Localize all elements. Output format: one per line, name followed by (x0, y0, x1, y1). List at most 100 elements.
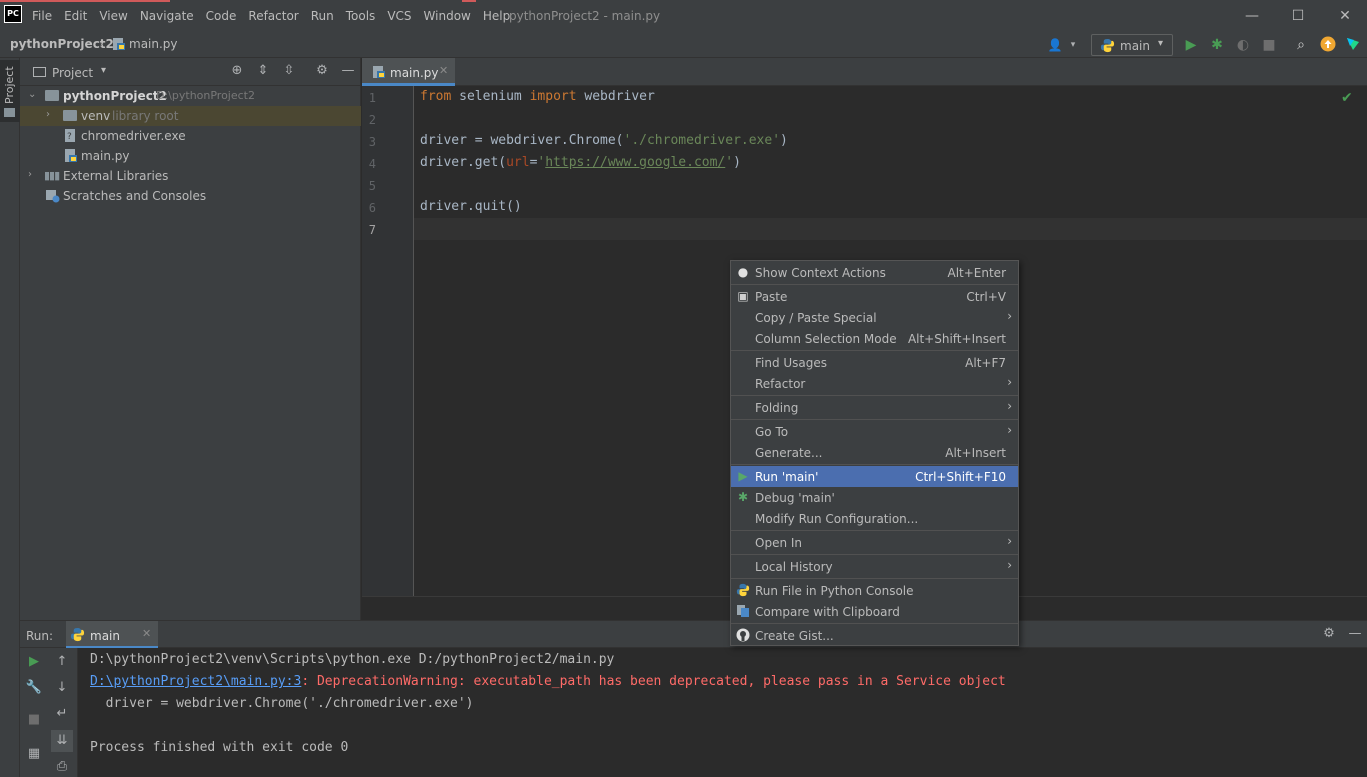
close-tab-icon[interactable]: ✕ (142, 627, 151, 640)
expand-all-icon[interactable]: ⇕ (255, 63, 271, 79)
chevron-down-icon[interactable]: ⌄ (28, 89, 38, 100)
chevron-right-icon[interactable]: › (28, 169, 38, 180)
chevron-down-icon: ▾ (1158, 38, 1164, 49)
tree-item-venv[interactable]: › venv library root (20, 106, 361, 126)
close-window-icon[interactable]: ✕ (1335, 6, 1355, 26)
hide-panel-icon[interactable]: — (1347, 626, 1363, 642)
menu-item-go-to[interactable]: Go To › (731, 421, 1018, 442)
update-icon[interactable] (1319, 36, 1337, 54)
menu-item-copy-paste-special[interactable]: Copy / Paste Special › (731, 307, 1018, 328)
arrow-up-icon[interactable]: ↑ (53, 653, 71, 671)
tree-item-label: venv (81, 109, 111, 123)
line-number: 3 (368, 135, 376, 149)
menu-item-refactor[interactable]: Refactor › (731, 373, 1018, 394)
menu-view[interactable]: View (99, 9, 127, 23)
debug-icon[interactable]: ✱ (1208, 36, 1226, 54)
chevron-right-icon[interactable]: › (46, 109, 56, 120)
tab-main-py[interactable]: main.py ✕ (362, 58, 455, 86)
menu-item-compare-with-clipboard[interactable]: Compare with Clipboard (731, 601, 1018, 622)
menu-run[interactable]: Run (311, 9, 334, 23)
menu-code[interactable]: Code (206, 9, 237, 23)
project-panel-header: Project ▾ ⊕ ⇕ ⇳ ⚙ — (20, 58, 361, 86)
chevron-down-icon[interactable]: ▾ (101, 65, 106, 76)
breadcrumb-separator-icon: › (99, 37, 104, 51)
python-icon (70, 627, 85, 645)
window-title: pythonProject2 - main.py (509, 9, 661, 23)
menu-navigate[interactable]: Navigate (140, 9, 194, 23)
navigation-bar: pythonProject2 › main.py 👤 ▾ main ▾ ▶ ✱ … (0, 32, 1367, 58)
tree-item-scratches[interactable]: Scratches and Consoles (20, 186, 361, 206)
locate-file-icon[interactable]: ⊕ (229, 63, 245, 79)
inspection-ok-icon[interactable]: ✔ (1341, 90, 1353, 106)
menu-refactor[interactable]: Refactor (248, 9, 298, 23)
stop-icon[interactable]: ■ (25, 711, 43, 729)
submenu-arrow-icon: › (1007, 309, 1012, 323)
console-source-link[interactable]: D:\pythonProject2\main.py:3 (90, 674, 301, 689)
menu-item-local-history[interactable]: Local History › (731, 556, 1018, 577)
search-icon[interactable]: ⌕ (1292, 36, 1310, 54)
menu-item-find-usages[interactable]: Find Usages Alt+F7 (731, 352, 1018, 373)
tree-item-label: chromedriver.exe (81, 129, 186, 143)
run-tab-main[interactable]: main ✕ (66, 621, 158, 649)
menu-help[interactable]: Help (483, 9, 510, 23)
jetbrains-toolbox-icon[interactable] (1344, 36, 1362, 54)
rerun-icon[interactable]: ▶ (25, 653, 43, 671)
run-icon[interactable]: ▶ (1182, 36, 1200, 54)
python-icon (736, 583, 750, 597)
arrow-down-icon[interactable]: ↓ (53, 679, 71, 697)
console-line-command: D:\pythonProject2\venv\Scripts\python.ex… (90, 652, 615, 667)
menu-item-show-context-actions[interactable]: ● Show Context Actions Alt+Enter (731, 262, 1018, 283)
menu-tools[interactable]: Tools (346, 9, 376, 23)
menu-item-run-main[interactable]: ▶ Run 'main' Ctrl+Shift+F10 (731, 466, 1018, 487)
menu-item-create-gist[interactable]: Create Gist... (731, 625, 1018, 646)
lightbulb-icon: ● (737, 265, 749, 279)
menu-item-generate[interactable]: Generate... Alt+Insert (731, 442, 1018, 463)
tree-item-chromedriver[interactable]: ? chromedriver.exe (20, 126, 361, 146)
user-icon[interactable]: 👤 (1046, 36, 1064, 54)
run-console[interactable]: D:\pythonProject2\venv\Scripts\python.ex… (78, 648, 1367, 777)
project-tool-tab[interactable]: Project (0, 60, 20, 122)
run-configuration-select[interactable]: main ▾ (1091, 34, 1173, 56)
menu-item-open-in[interactable]: Open In › (731, 532, 1018, 553)
tree-item-external-libraries[interactable]: › ▮▮▮ External Libraries (20, 166, 361, 186)
collapse-all-icon[interactable]: ⇳ (281, 63, 297, 79)
wrench-icon[interactable]: 🔧 (25, 679, 43, 697)
menu-item-paste[interactable]: ▣ Paste Ctrl+V (731, 286, 1018, 307)
project-panel-title[interactable]: Project (52, 66, 93, 80)
gear-icon[interactable]: ⚙ (1321, 626, 1337, 642)
menu-item-column-selection-mode[interactable]: Column Selection Mode Alt+Shift+Insert (731, 328, 1018, 349)
title-accent-mark (462, 0, 476, 2)
close-tab-icon[interactable]: ✕ (439, 64, 448, 77)
tree-item-label: External Libraries (63, 169, 169, 183)
menu-vcs[interactable]: VCS (387, 9, 411, 23)
breadcrumb-file[interactable]: main.py (129, 37, 178, 51)
tree-item-main-py[interactable]: main.py (20, 146, 361, 166)
folder-icon (63, 110, 77, 121)
menu-window[interactable]: Window (424, 9, 471, 23)
menu-separator (731, 464, 1018, 465)
soft-wrap-icon[interactable]: ↵ (53, 705, 71, 723)
menu-edit[interactable]: Edit (64, 9, 87, 23)
editor-tabs: main.py ✕ (362, 58, 1367, 86)
layout-icon[interactable]: ▦ (25, 745, 43, 763)
menu-item-modify-run-configuration[interactable]: Modify Run Configuration... (731, 508, 1018, 529)
debug-icon: ✱ (737, 490, 749, 504)
gear-icon[interactable]: ⚙ (314, 63, 330, 79)
menu-file[interactable]: File (32, 9, 52, 23)
coverage-icon[interactable]: ◐ (1234, 36, 1252, 54)
current-line-highlight (414, 218, 1367, 240)
menu-item-debug-main[interactable]: ✱ Debug 'main' (731, 487, 1018, 508)
maximize-icon[interactable]: ☐ (1288, 6, 1308, 26)
tree-item-project-root[interactable]: ⌄ pythonProject2 D:\pythonProject2 (20, 86, 361, 106)
menu-separator (731, 395, 1018, 396)
hide-panel-icon[interactable]: — (340, 63, 356, 79)
run-panel-header: Run: main ✕ ⚙ — (20, 620, 1367, 649)
menu-item-folding[interactable]: Folding › (731, 397, 1018, 418)
title-accent-line (0, 0, 170, 2)
user-dropdown-icon[interactable]: ▾ (1064, 36, 1082, 54)
print-icon[interactable]: ⎙ (53, 758, 71, 776)
scroll-to-end-icon[interactable]: ⇊ (51, 730, 73, 752)
minimize-icon[interactable]: — (1242, 6, 1262, 26)
menu-item-run-file-in-python-console[interactable]: Run File in Python Console (731, 580, 1018, 601)
stop-icon[interactable]: ■ (1260, 36, 1278, 54)
